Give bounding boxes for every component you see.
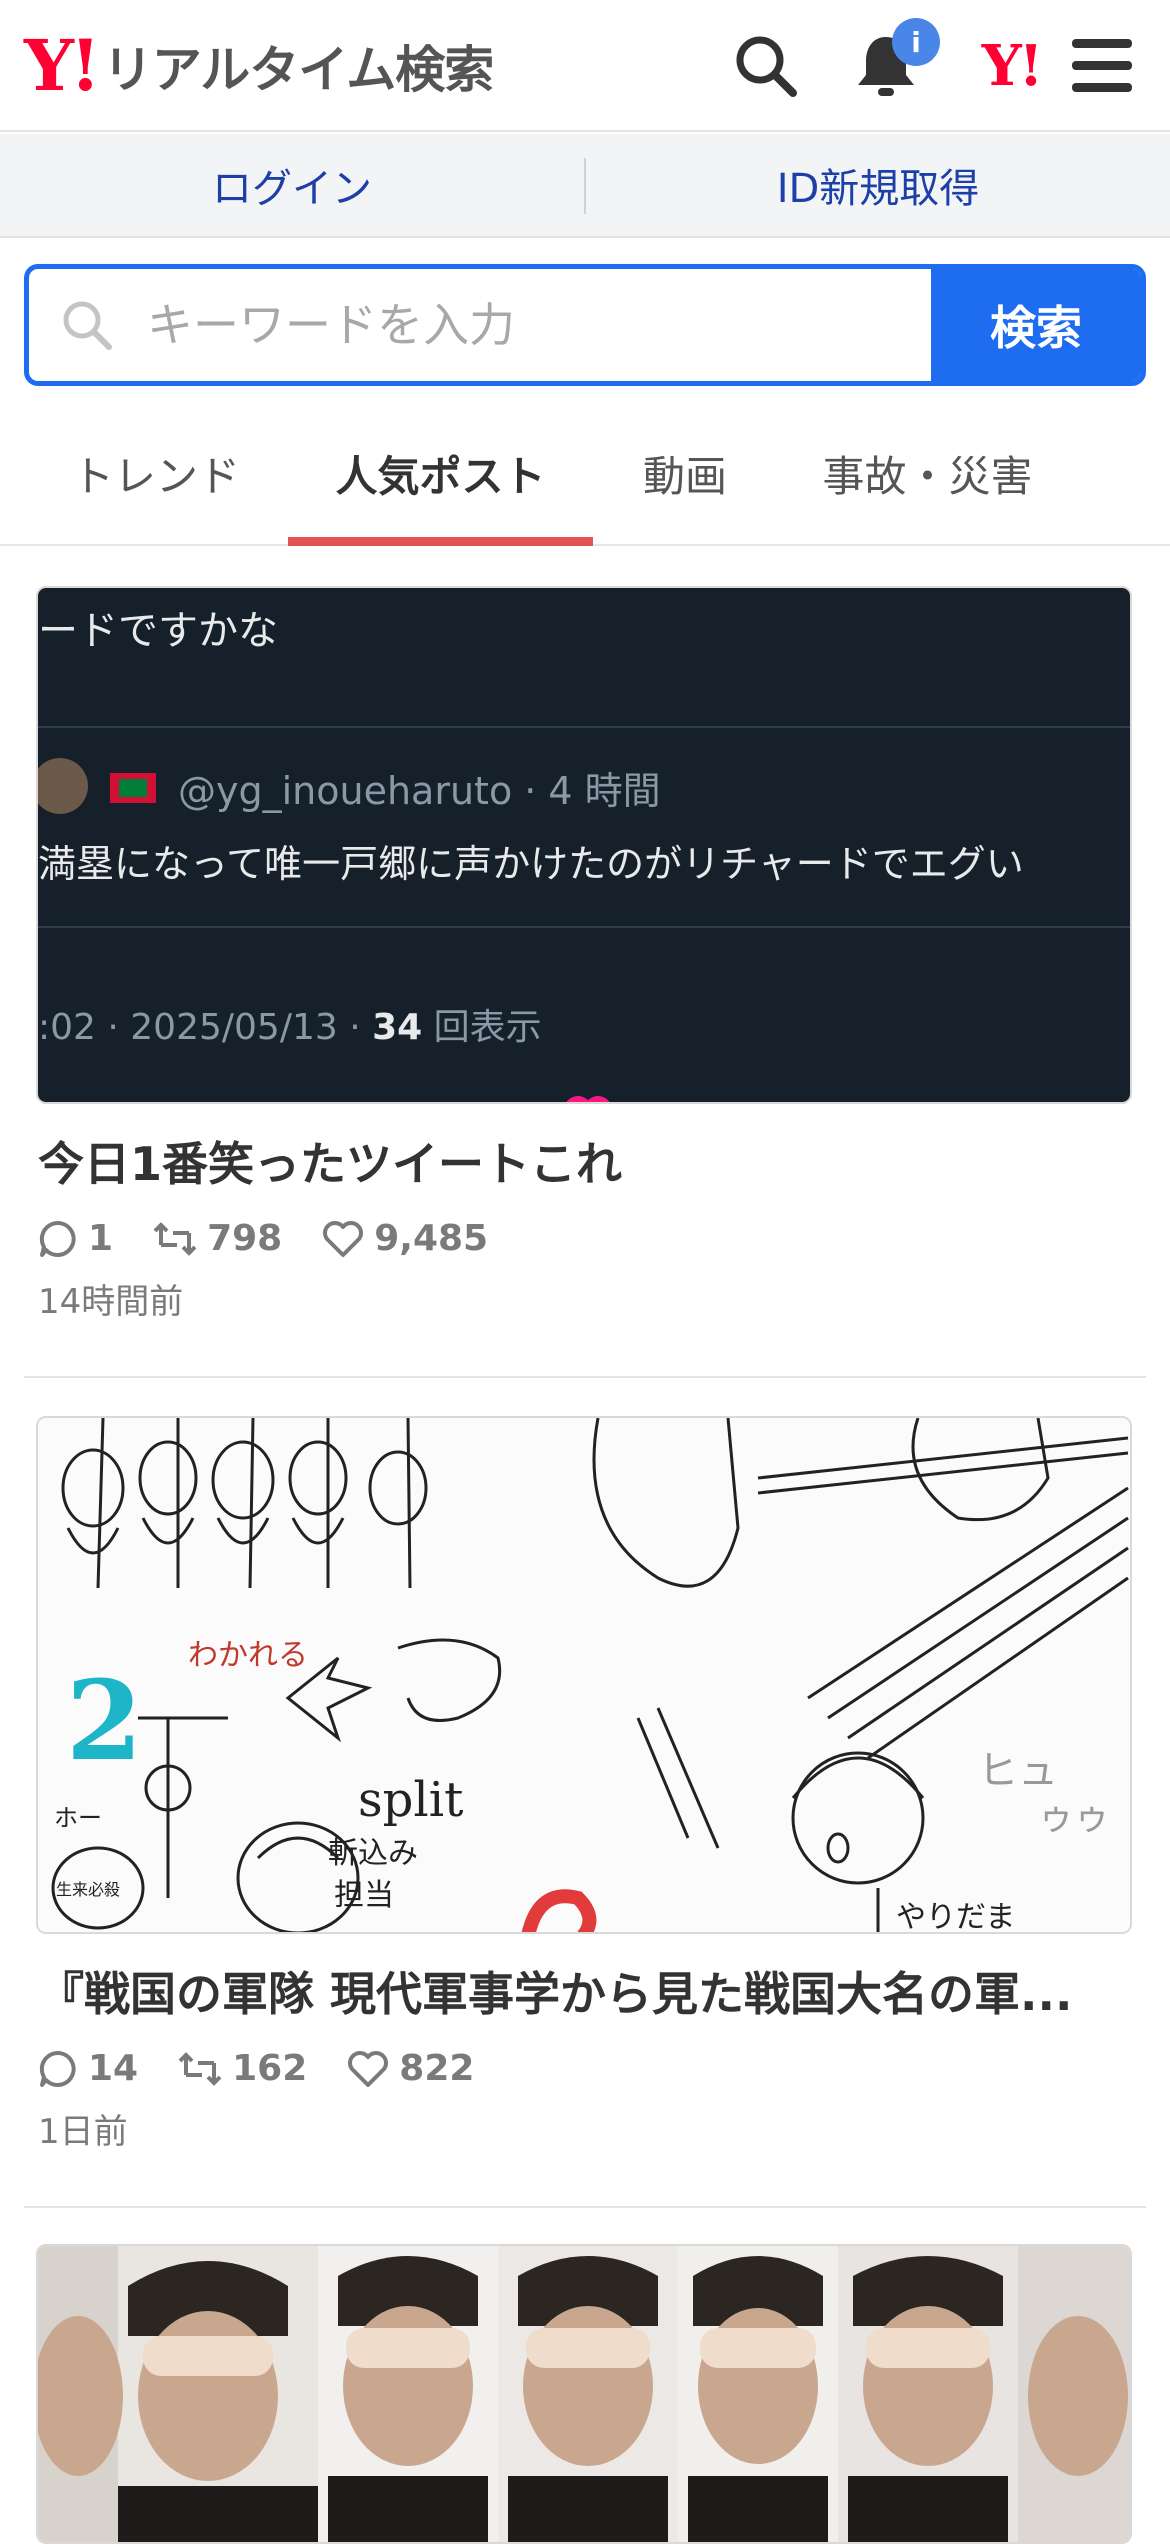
tab-bar: トレンド 人気ポスト 動画 事故・災害 — [0, 400, 1170, 546]
tweet-view-count: 34 — [372, 1007, 423, 1048]
search-field-icon — [59, 297, 115, 357]
repost-icon — [178, 2051, 222, 2086]
post-thumbnail[interactable]: わかれる 2 split 斬込み 担当 ホー 生来必殺 ヒュ ゥゥ やりだま 3 — [36, 1416, 1132, 1934]
sketch-label: 担当 — [334, 1878, 394, 1913]
sketch-label: split — [358, 1772, 464, 1828]
photo-collage — [38, 2246, 1130, 2542]
login-link[interactable]: ログイン — [0, 134, 584, 236]
tweet-screenshot: ードですかな @yg_inoueharuto · 4 時間 満塁になって唯一戸郷… — [38, 588, 1130, 1102]
sketch-illustration: わかれる 2 split 斬込み 担当 ホー 生来必殺 ヒュ ゥゥ やりだま 3 — [38, 1418, 1130, 1932]
search-button[interactable]: 検索 — [931, 269, 1141, 381]
tab-popular-posts[interactable]: 人気ポスト — [288, 400, 593, 546]
tab-accidents-disasters[interactable]: 事故・災害 — [800, 400, 1055, 546]
sketch-label: 斬込み — [328, 1836, 418, 1871]
tab-trend[interactable]: トレンド — [40, 400, 272, 546]
tweet-top-text: ードですかな — [38, 608, 278, 654]
sketch-label: ホー — [54, 1804, 102, 1832]
sketch-label: わかれる — [188, 1638, 308, 1673]
post-card[interactable]: ードですかな @yg_inoueharuto · 4 時間 満塁になって唯一戸郷… — [24, 586, 1146, 1382]
like-count: 822 — [347, 2048, 474, 2089]
post-stats: 1 798 9,485 — [38, 1218, 528, 1259]
maldives-flag-icon — [110, 773, 156, 803]
register-link[interactable]: ID新規取得 — [586, 134, 1170, 236]
like-count: 9,485 — [322, 1218, 488, 1259]
sketch-number: 2 — [66, 1656, 143, 1785]
login-bar: ログイン ID新規取得 — [0, 134, 1170, 238]
yahoo-mark: Y! — [981, 33, 1044, 99]
notification-bell-icon[interactable]: i — [850, 18, 940, 102]
tweet-meta-suffix: 回表示 — [422, 1007, 542, 1048]
sketch-label: やりだま — [896, 1900, 1016, 1934]
heart-icon — [566, 1096, 610, 1102]
reply-icon — [39, 2050, 76, 2087]
avatar — [38, 758, 88, 814]
sketch-label: ゥゥ — [1038, 1797, 1111, 1838]
app-header: Y! リアルタイム検索 i Y! — [0, 0, 1170, 132]
repost-count: 798 — [153, 1218, 282, 1259]
post-time: 1日前 — [38, 2112, 128, 2152]
yahoo-home-icon[interactable]: Y! — [966, 30, 1056, 102]
search-input[interactable] — [29, 269, 931, 381]
divider — [38, 726, 1130, 728]
search-icon[interactable] — [730, 30, 802, 102]
like-count-value: 822 — [399, 2048, 475, 2089]
reply-count-value: 1 — [88, 1218, 114, 1259]
post-card[interactable]: わかれる 2 split 斬込み 担当 ホー 生来必殺 ヒュ ゥゥ やりだま 3… — [24, 1416, 1146, 2212]
tweet-meta-date: :02 · 2025/05/13 · — [38, 1007, 373, 1048]
search-form: 検索 — [24, 264, 1146, 386]
divider — [24, 2206, 1146, 2208]
post-time: 14時間前 — [38, 1282, 184, 1322]
sketch-drawing — [51, 1418, 1129, 1932]
reply-count-value: 14 — [88, 2048, 139, 2089]
yahoo-logo-mark: Y! — [24, 24, 101, 107]
repost-count-value: 162 — [232, 2048, 308, 2089]
tab-video[interactable]: 動画 — [610, 400, 760, 546]
tweet-meta: :02 · 2025/05/13 · 34 回表示 — [38, 998, 542, 1050]
notification-badge: i — [892, 18, 940, 66]
post-title[interactable]: 今日1番笑ったツイートこれ — [38, 1128, 1128, 1194]
yahoo-realtime-logo[interactable]: Y! リアルタイム検索 — [24, 24, 494, 107]
divider — [24, 1376, 1146, 1378]
post-thumbnail[interactable] — [36, 2244, 1132, 2544]
repost-count-value: 798 — [207, 1218, 283, 1259]
post-title[interactable]: 『戦国の軍隊 現代軍事学から見た戦国大名の軍... — [38, 1958, 1128, 2024]
tweet-handle: @yg_inoueharuto · 4 時間 — [178, 769, 661, 813]
post-stats: 14 162 822 — [38, 2048, 514, 2089]
reply-icon — [39, 1220, 76, 1257]
repost-count: 162 — [178, 2048, 307, 2089]
heart-icon — [348, 2050, 389, 2087]
tweet-body: 満塁になって唯一戸郷に声かけたのがリチャードでエグい — [38, 842, 1024, 886]
heart-icon — [323, 1220, 364, 1257]
post-card[interactable] — [24, 2244, 1146, 2544]
repost-icon — [153, 1221, 197, 1256]
post-thumbnail[interactable]: ードですかな @yg_inoueharuto · 4 時間 満塁になって唯一戸郷… — [36, 586, 1132, 1104]
like-count-value: 9,485 — [374, 1218, 489, 1259]
reply-count: 14 — [38, 2048, 138, 2089]
sketch-label: 生来必殺 — [56, 1880, 121, 1899]
reply-count: 1 — [38, 1218, 113, 1259]
search-field-wrap — [29, 269, 931, 381]
menu-icon[interactable] — [1066, 30, 1138, 102]
logo-text: リアルタイム検索 — [102, 41, 494, 99]
divider — [38, 926, 1130, 928]
